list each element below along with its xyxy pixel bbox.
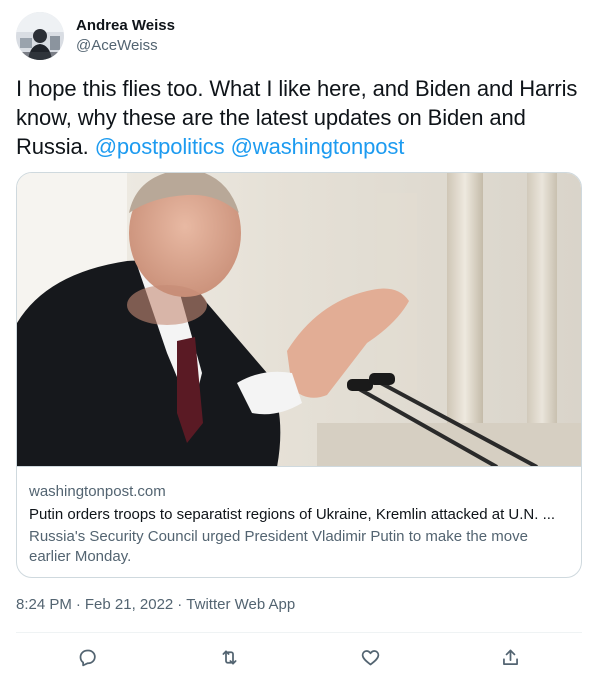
tweet-date[interactable]: Feb 21, 2022 <box>85 596 173 613</box>
card-title: Putin orders troops to separatist region… <box>29 506 556 523</box>
reply-icon <box>79 649 96 666</box>
retweet-button[interactable] <box>212 642 246 672</box>
mention-washingtonpost[interactable]: @washingtonpost <box>231 134 405 159</box>
author-handle[interactable]: @AceWeiss <box>76 37 158 55</box>
mention-postpolitics[interactable]: @postpolitics <box>95 134 225 159</box>
avatar[interactable] <box>16 12 64 60</box>
card-domain: washingtonpost.com <box>29 483 166 500</box>
share-button[interactable] <box>493 642 527 672</box>
tweet-client[interactable]: Twitter Web App <box>186 596 295 613</box>
meta-separator: · <box>75 596 81 613</box>
meta-separator: · <box>177 596 183 613</box>
card-description: Russia's Security Council urged Presiden… <box>29 528 528 565</box>
card-image[interactable] <box>17 173 581 467</box>
card-photo <box>17 173 581 466</box>
tweet: Andrea Weiss @AceWeiss I hope this flies… <box>0 0 598 678</box>
like-icon <box>361 649 379 665</box>
reply-button[interactable] <box>70 642 104 672</box>
tweet-meta: 8:24 PM · Feb 21, 2022 · Twitter Web App <box>16 596 295 614</box>
author-name[interactable]: Andrea Weiss <box>76 17 175 35</box>
retweet-icon <box>222 650 236 664</box>
link-card[interactable]: washingtonpost.com Putin orders troops t… <box>16 172 582 578</box>
tweet-text: I hope this flies too. What I like here,… <box>16 74 586 161</box>
action-bar <box>16 640 582 672</box>
avatar-image <box>16 12 64 60</box>
tweet-time[interactable]: 8:24 PM <box>16 596 72 613</box>
like-button[interactable] <box>353 642 387 672</box>
divider <box>16 632 582 633</box>
share-icon <box>502 649 518 665</box>
